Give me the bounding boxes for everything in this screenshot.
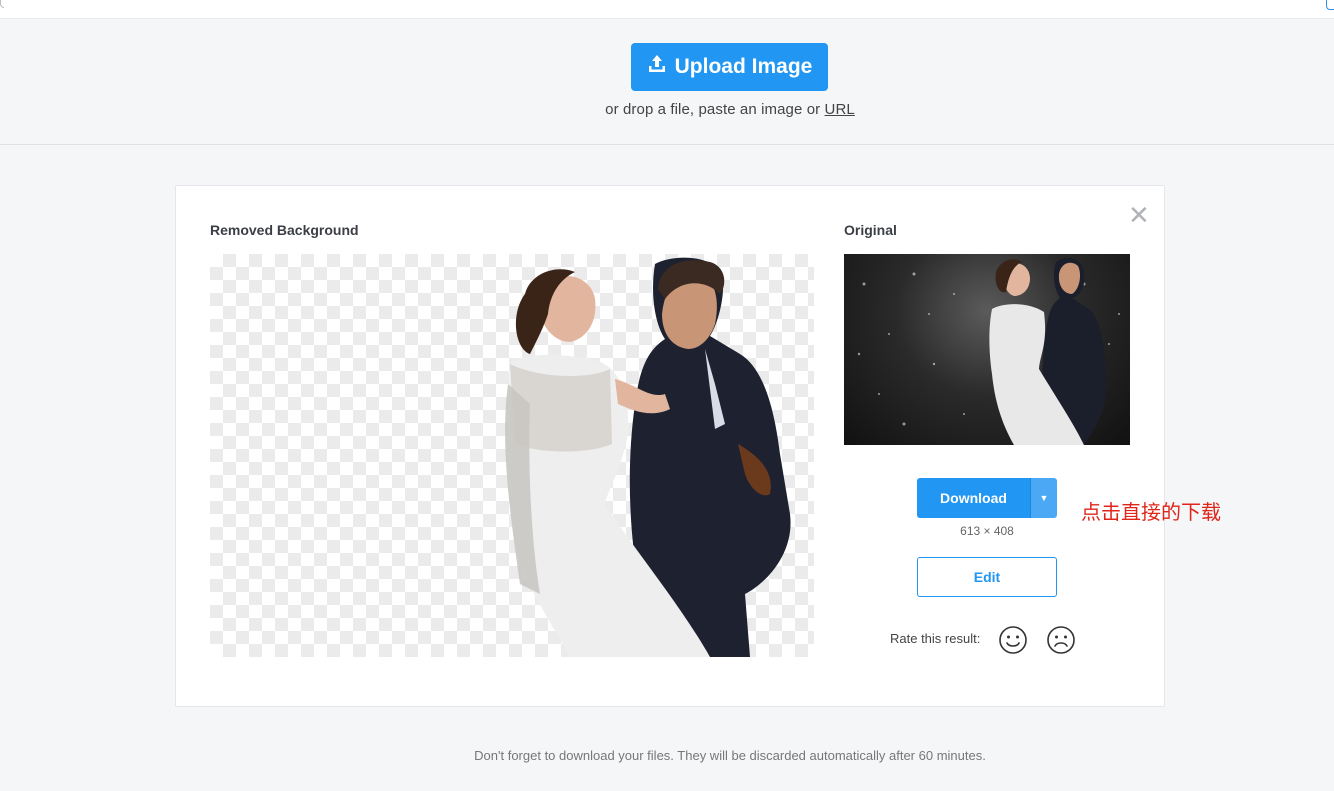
download-button[interactable]: Download (917, 478, 1030, 518)
upload-zone[interactable]: Upload Image or drop a file, paste an im… (0, 19, 1334, 145)
rate-result-label: Rate this result: (890, 631, 981, 646)
drop-hint-text: or drop a file, paste an image or (605, 101, 821, 118)
browser-top-bar (0, 0, 1334, 19)
result-card: ✕ Removed Background Original Download ▼… (175, 185, 1165, 707)
upload-image-label: Upload Image (674, 55, 813, 78)
removed-background-label: Removed Background (210, 222, 359, 238)
upload-image-button[interactable]: Upload Image (631, 43, 828, 91)
drop-hint: or drop a file, paste an image or URL (0, 101, 1334, 118)
smile-icon[interactable] (998, 625, 1028, 655)
edit-button[interactable]: Edit (917, 557, 1057, 597)
paste-url-link[interactable]: URL (825, 101, 855, 118)
frown-icon[interactable] (1046, 625, 1076, 655)
annotation-text: 点击直接的下载 (1081, 500, 1221, 524)
original-photo (857, 258, 1120, 445)
top-bar-right-edge (1326, 0, 1334, 10)
removed-background-preview (210, 254, 814, 657)
original-image-thumbnail[interactable] (844, 254, 1130, 445)
couple-cutout-image (505, 257, 791, 657)
original-label: Original (844, 222, 897, 238)
footer-note: Don't forget to download your files. The… (474, 748, 986, 763)
download-button-group: Download ▼ (917, 478, 1057, 518)
caret-down-icon[interactable]: ▼ (1030, 478, 1057, 518)
download-resolution: 613 × 408 (960, 524, 1014, 538)
top-bar-left-edge (0, 0, 4, 8)
upload-icon (647, 54, 667, 80)
close-icon[interactable]: ✕ (1128, 202, 1150, 228)
